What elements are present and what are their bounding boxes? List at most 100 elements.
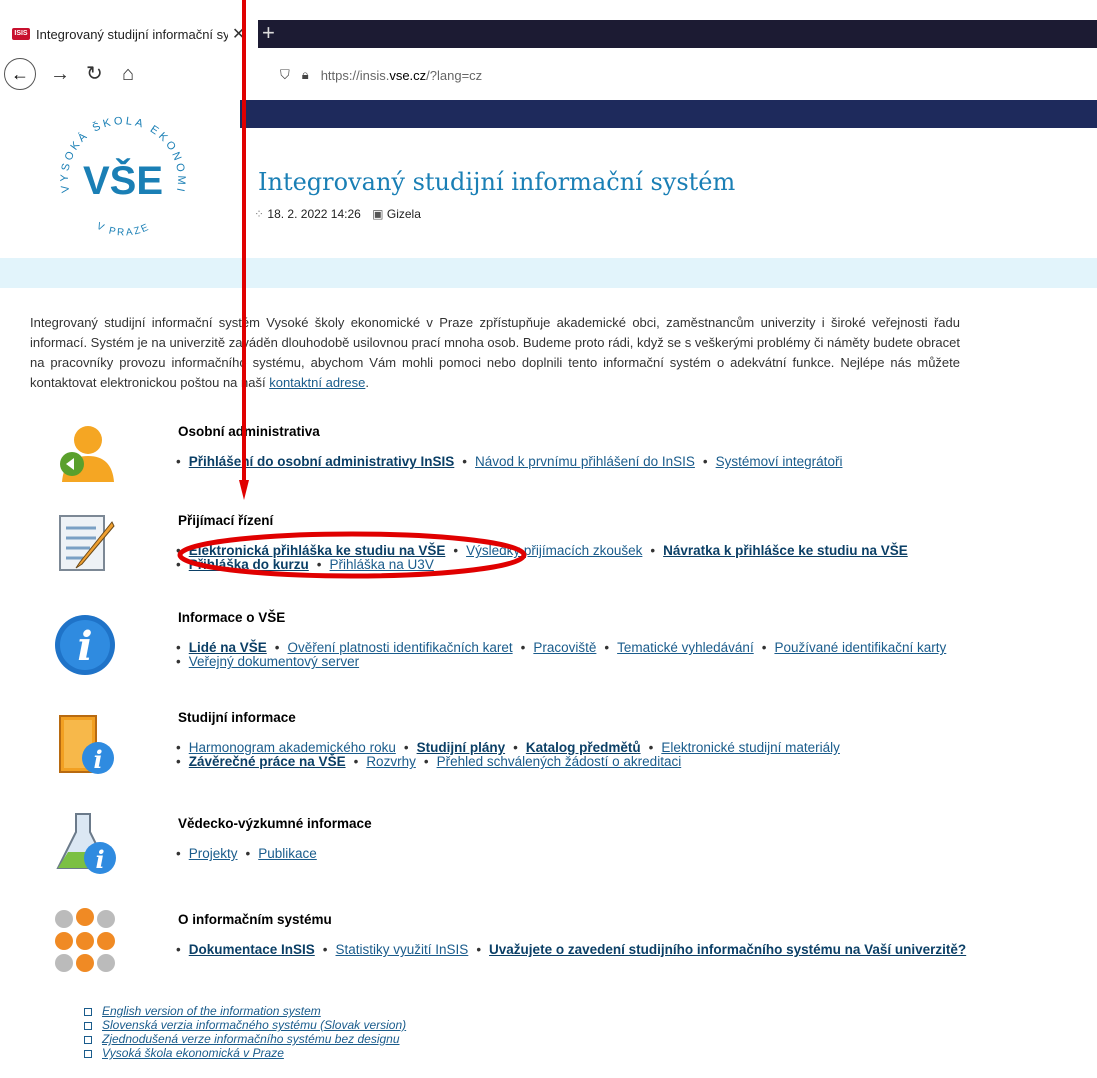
info-band <box>0 258 1097 288</box>
square-bullet-icon <box>84 1007 92 1016</box>
section-link[interactable]: Veřejný dokumentový server <box>189 654 359 669</box>
lock-icon: 🔒︎ <box>301 67 309 82</box>
section-link[interactable]: Pracoviště <box>533 640 596 655</box>
bullet: • <box>650 543 656 558</box>
clock-icon: ⁘ <box>254 207 265 221</box>
bullet: • <box>176 654 181 669</box>
section-title: O informačním systému <box>178 912 332 927</box>
section-title: Studijní informace <box>178 710 296 725</box>
bottom-link-item: English version of the information syste… <box>84 1004 406 1018</box>
back-arrow-icon[interactable]: ← <box>4 58 36 90</box>
bullet: • <box>176 640 181 655</box>
reload-icon[interactable]: ↻ <box>86 60 103 88</box>
bullet: • <box>176 846 181 861</box>
section-link[interactable]: Používané identifikační karty <box>774 640 946 655</box>
section-link[interactable]: Projekty <box>189 846 238 861</box>
form-edit-icon <box>59 515 115 571</box>
home-icon[interactable]: ⌂ <box>122 60 134 88</box>
bottom-link[interactable]: Zjednodušená verze informačního systému … <box>102 1032 400 1046</box>
section-link[interactable]: Publikace <box>258 846 317 861</box>
section-link-row: • Závěrečné práce na VŠE • Rozvrhy • Přehled … <box>176 754 682 770</box>
user-icon <box>60 426 114 482</box>
bullet: • <box>476 942 482 957</box>
section-link[interactable]: Závěrečné práce na VŠE <box>189 754 346 769</box>
section-title: Přijímací řízení <box>178 513 274 528</box>
study-book-icon: i <box>59 715 114 774</box>
forward-arrow-icon[interactable]: → <box>50 60 70 88</box>
top-banner <box>240 100 1097 128</box>
tab-title: Integrovaný studijní informační systém <box>36 26 228 42</box>
system-title: Integrovaný studijní informační systém <box>258 168 736 196</box>
section-link[interactable]: Statistiky využití InSIS <box>336 942 469 957</box>
vse-logo: VYSOKÁ ŠKOLA EKONOMICKÁ V PRAZE VŠE <box>48 114 184 239</box>
bottom-link-item: Zjednodušená verze informačního systému … <box>84 1032 406 1046</box>
section-link[interactable]: Tematické vyhledávání <box>617 640 754 655</box>
nameday: Gizela <box>386 207 421 221</box>
section-link[interactable]: Přehled schválených žádostí o akreditaci <box>437 754 682 769</box>
section-link[interactable]: Elektronické studijní materiály <box>661 740 840 755</box>
shield-icon: ⛉ <box>280 67 290 82</box>
browser-tab[interactable]: ISIS Integrovaný studijní informační sys… <box>0 20 258 48</box>
bullet: • <box>761 640 767 655</box>
site-favicon-icon: ISIS <box>12 28 30 40</box>
info-icon: i <box>55 615 115 675</box>
section-link[interactable]: Návod k prvnímu přihlášení do InSIS <box>475 454 695 469</box>
section-link[interactable]: Ověření platnosti identifikačních karet <box>288 640 513 655</box>
section-link[interactable]: Dokumentace InSIS <box>189 942 315 957</box>
svg-text:i: i <box>95 845 104 874</box>
section-title: Vědecko-výzkumné informace <box>178 816 372 831</box>
bottom-link-item: Slovenská verzia informačného systému (S… <box>84 1018 406 1032</box>
svg-text:i: i <box>77 623 92 670</box>
network-icon <box>55 908 115 972</box>
bullet: • <box>176 754 181 769</box>
section-link-row: • Projekty • Publikace <box>176 846 317 862</box>
bottom-link[interactable]: Slovenská verzia informačného systému (S… <box>102 1018 406 1032</box>
section-link[interactable]: Uvažujete o zavedení studijního informač… <box>489 942 966 957</box>
bullet: • <box>176 942 181 957</box>
section-link-row: • Dokumentace InSIS • Statistiky využití In… <box>176 942 966 958</box>
address-bar[interactable]: ⛉ 🔒︎ https://insis. vse.cz/?lang=cz <box>280 62 1097 88</box>
bullet: • <box>403 740 409 755</box>
intro-paragraph: Integrovaný studijní informační systém V… <box>30 315 960 390</box>
section-link-row: • Přihlášení do osobní administrativy InS… <box>176 454 843 470</box>
annotation-arrow <box>239 0 249 500</box>
bottom-link-item: Vysoká škola ekonomická v Praze <box>84 1046 406 1060</box>
section-link[interactable]: Přihlášení do osobní administrativy InSI… <box>189 454 455 469</box>
svg-text:i: i <box>93 745 102 774</box>
bottom-link[interactable]: English version of the information syste… <box>102 1004 321 1018</box>
square-bullet-icon <box>84 1035 92 1044</box>
svg-text:VŠE: VŠE <box>83 157 163 203</box>
bullet: • <box>176 740 181 755</box>
bullet: • <box>353 754 359 769</box>
section-link[interactable]: Katalog předmětů <box>526 740 641 755</box>
bullet: • <box>604 640 610 655</box>
section-title: Informace o VŠE <box>178 610 286 625</box>
section-link[interactable]: Studijní plány <box>417 740 506 755</box>
url-prefix: https://insis. <box>320 67 390 83</box>
bottom-links: English version of the information syste… <box>84 1004 406 1060</box>
calendar-icon: ▣ <box>372 207 384 221</box>
datetime: 18. 2. 2022 14:26 <box>267 207 361 221</box>
bullet: • <box>702 454 708 469</box>
url-suffix: /?lang=cz <box>426 67 483 83</box>
svg-text:V PRAZE: V PRAZE <box>95 221 152 239</box>
contact-address-link[interactable]: kontaktní adrese <box>269 375 365 390</box>
section-link[interactable]: Návratka k přihlášce ke studiu na VŠE <box>663 543 908 558</box>
annotation-ellipse <box>177 531 527 579</box>
bottom-link[interactable]: Vysoká škola ekonomická v Praze <box>102 1046 284 1060</box>
section-link[interactable]: Systémoví integrátoři <box>716 454 843 469</box>
bullet: • <box>462 454 468 469</box>
bullet: • <box>513 740 518 755</box>
bullet: • <box>274 640 280 655</box>
square-bullet-icon <box>84 1021 92 1030</box>
new-tab-icon[interactable]: + <box>262 22 275 44</box>
tabstrip-background <box>258 20 1097 48</box>
bullet: • <box>322 942 328 957</box>
flask-icon: i <box>56 813 116 874</box>
section-link[interactable]: Harmonogram akademického roku <box>189 740 396 755</box>
bullet: • <box>648 740 654 755</box>
section-link-row: • Veřejný dokumentový server <box>176 654 359 670</box>
section-link[interactable]: Rozvrhy <box>366 754 416 769</box>
square-bullet-icon <box>84 1049 92 1058</box>
section-link[interactable]: Lidé na VŠE <box>189 640 267 655</box>
